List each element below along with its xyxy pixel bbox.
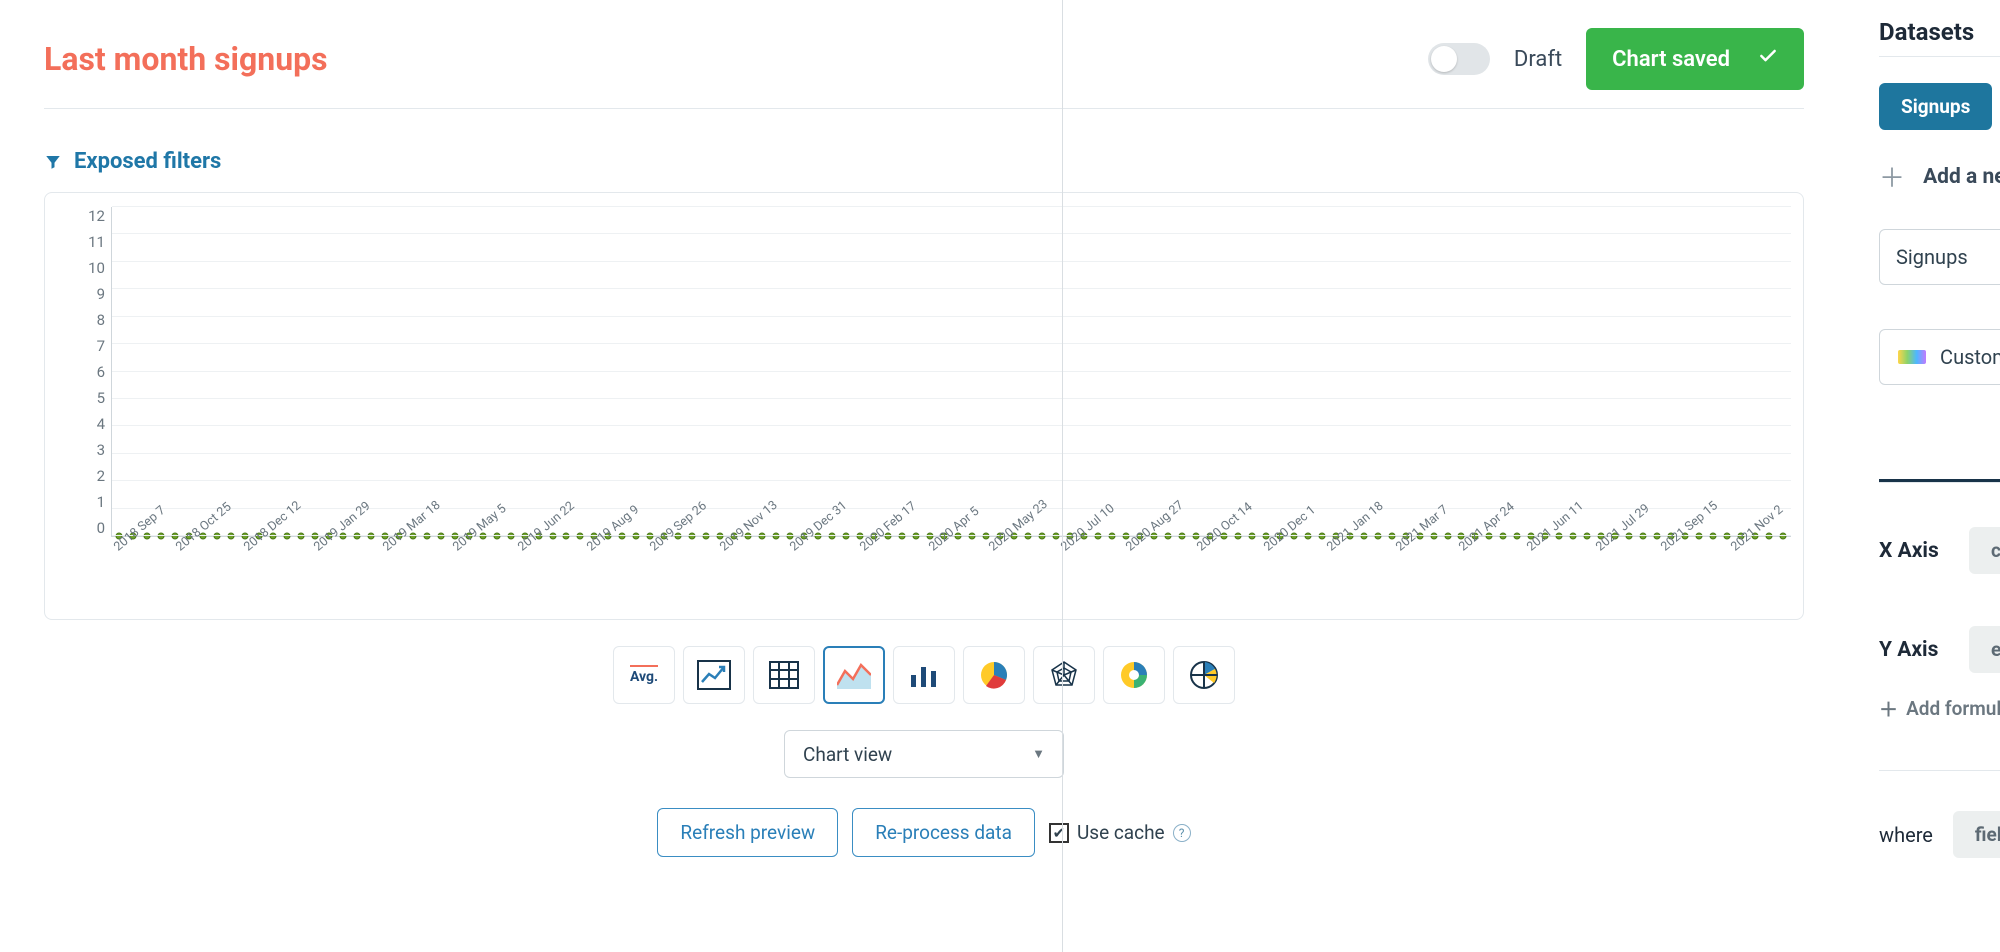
page-title: Last month signups [44, 40, 328, 78]
where-field-chip[interactable]: field [1953, 811, 2000, 858]
y-tick: 6 [97, 363, 105, 381]
refresh-preview-button[interactable]: Refresh preview [657, 808, 838, 857]
kpi-icon [697, 660, 731, 690]
add-formula-label: Add formula [1906, 697, 2000, 720]
plus-icon: ＋ [1879, 158, 1905, 195]
viz-kpi-button[interactable] [683, 646, 745, 704]
table-icon [769, 661, 799, 689]
chart-saved-label: Chart saved [1612, 47, 1730, 72]
x-axis-field-chip[interactable]: createdAt [1969, 527, 2000, 574]
y-tick: 7 [97, 337, 105, 355]
viz-pie-button[interactable] [963, 646, 1025, 704]
add-dataset-label: Add a new dataset [1923, 165, 2000, 189]
y-tick: 2 [97, 467, 105, 485]
exposed-filters-label: Exposed filters [74, 149, 221, 174]
avg-icon: Avg. [630, 665, 658, 685]
y-tick: 4 [97, 415, 105, 433]
tab-chart-data[interactable]: Chart data [1879, 437, 2000, 482]
pie-icon [979, 660, 1009, 690]
y-axis-field-chip[interactable]: email [1969, 626, 2000, 673]
bar-chart-icon [909, 661, 939, 689]
data-source-select[interactable]: Customer.io ▼ [1879, 329, 2000, 385]
viz-polar-button[interactable] [1173, 646, 1235, 704]
reprocess-data-button[interactable]: Re-process data [852, 808, 1035, 857]
customerio-logo-icon [1898, 350, 1926, 364]
draft-toggle[interactable] [1428, 43, 1490, 75]
use-cache-label: Use cache [1077, 821, 1165, 844]
add-formula-button[interactable]: ＋ Add formula [1879, 695, 2000, 722]
funnel-icon [44, 153, 62, 171]
y-tick: 11 [88, 233, 105, 251]
viz-doughnut-button[interactable] [1103, 646, 1165, 704]
viz-bar-button[interactable] [893, 646, 955, 704]
help-icon[interactable]: ? [1173, 824, 1191, 842]
viz-avg-button[interactable]: Avg. [613, 646, 675, 704]
where-label: where [1879, 823, 1933, 847]
polar-icon [1189, 660, 1219, 690]
caret-down-icon: ▼ [1032, 746, 1045, 762]
dataset-name-input[interactable]: Signups [1879, 229, 2000, 285]
plus-icon: ＋ [1879, 695, 1898, 722]
viz-line-button[interactable] [823, 646, 885, 704]
y-axis-label: Y Axis [1879, 638, 1951, 662]
y-tick: 12 [88, 207, 105, 225]
y-tick: 3 [97, 441, 105, 459]
chart-view-select[interactable]: Chart view ▼ [784, 730, 1064, 778]
check-icon [1758, 46, 1778, 72]
chart-area: 1211109876543210 2018 Sep 72018 Oct 2520… [44, 192, 1804, 620]
line-chart-icon [837, 661, 871, 689]
y-tick: 0 [97, 519, 105, 537]
add-dataset-button[interactable]: ＋ Add a new dataset [1879, 158, 2000, 195]
chart-saved-button[interactable]: Chart saved [1586, 28, 1804, 90]
exposed-filters-toggle[interactable]: Exposed filters [44, 149, 1804, 174]
dataset-pill-signups[interactable]: Signups [1879, 83, 1992, 130]
viz-radar-button[interactable] [1033, 646, 1095, 704]
use-cache-checkbox[interactable]: ✔ [1049, 823, 1069, 843]
datasets-heading: Datasets [1879, 18, 1974, 46]
y-tick: 8 [97, 311, 105, 329]
viz-table-button[interactable] [753, 646, 815, 704]
doughnut-icon [1119, 660, 1149, 690]
y-tick: 5 [97, 389, 105, 407]
x-axis-label: X Axis [1879, 539, 1951, 563]
draft-label: Draft [1514, 47, 1562, 72]
y-tick: 10 [88, 259, 105, 277]
y-tick: 1 [97, 493, 105, 511]
y-tick: 9 [97, 285, 105, 303]
data-source-label: Customer.io [1940, 345, 2000, 369]
chart-view-label: Chart view [803, 743, 892, 766]
radar-icon [1049, 660, 1079, 690]
